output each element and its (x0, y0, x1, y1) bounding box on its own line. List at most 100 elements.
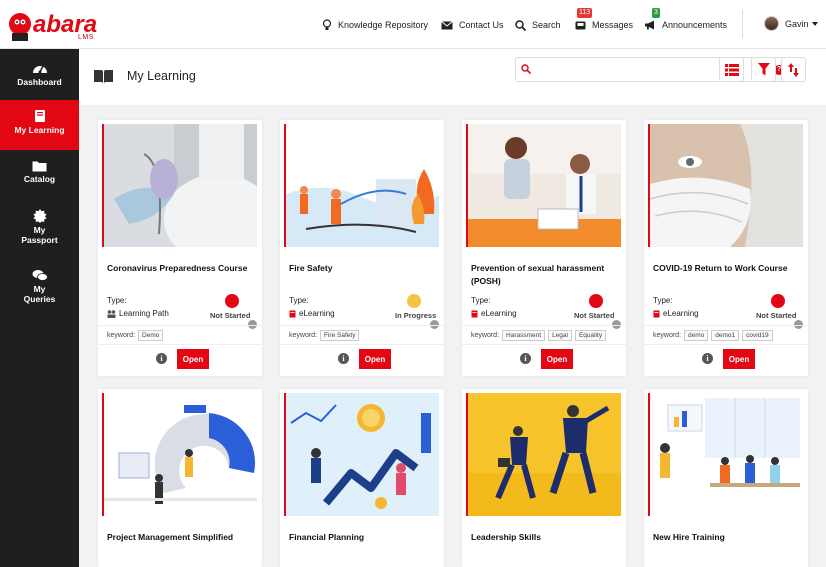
envelope-icon (441, 20, 453, 29)
course-thumbnail[interactable] (284, 393, 439, 516)
nav-divider (742, 10, 743, 38)
keyword-tag[interactable]: Demo (138, 329, 164, 341)
keyword-tag[interactable]: Fire Safety (320, 329, 360, 341)
not-started-icon (589, 294, 603, 308)
course-card[interactable]: COVID-19 Return to Work Course Type: eLe… (644, 120, 808, 376)
open-button[interactable]: Open (541, 349, 573, 369)
logo-sub: LMS (78, 34, 94, 41)
keyword-label: keyword: (107, 331, 136, 339)
sidebar-item-my-queries[interactable]: My Queries (0, 269, 79, 313)
sort-button[interactable] (781, 57, 806, 82)
course-title[interactable]: Leadership Skills (471, 531, 621, 544)
nav-search[interactable]: Search (515, 18, 561, 32)
sidebar-item-dashboard[interactable]: Dashboard (0, 59, 79, 101)
course-card[interactable]: New Hire Training (644, 389, 808, 567)
open-book-icon (94, 70, 113, 84)
chevron-down-icon (811, 21, 818, 26)
user-menu[interactable]: Gavin (764, 16, 818, 31)
megaphone-icon (645, 20, 654, 30)
nav-messages[interactable]: 113 Messages (575, 8, 633, 32)
course-image-fire (286, 124, 439, 247)
course-type-value: eLearning (299, 309, 335, 318)
course-thumbnail[interactable] (284, 124, 439, 247)
search-icon (521, 64, 531, 74)
course-thumbnail[interactable] (102, 393, 257, 516)
elearning-icon (653, 310, 660, 317)
avatar (764, 16, 779, 31)
nav-announcements[interactable]: 3 Announcements (644, 8, 727, 32)
gauge-icon (32, 65, 47, 74)
abara-logo[interactable]: abara LMS (6, 6, 106, 44)
list-view-button[interactable] (719, 57, 744, 82)
course-card[interactable]: Project Management Simplified (98, 389, 262, 567)
course-title[interactable]: Project Management Simplified (107, 531, 257, 544)
course-image-office (468, 124, 621, 247)
course-card[interactable]: Leadership Skills (462, 389, 626, 567)
keyword-label: keyword: (471, 331, 500, 339)
course-title[interactable]: Coronavirus Preparedness Course (107, 262, 257, 275)
open-button[interactable]: Open (359, 349, 391, 369)
sort-icon (788, 62, 799, 77)
course-thumbnail[interactable] (648, 124, 803, 247)
keyword-tag[interactable]: demo (684, 329, 709, 341)
sidebar-item-catalog[interactable]: Catalog (0, 160, 79, 200)
keyword-tag[interactable]: Legal (548, 329, 572, 341)
course-title[interactable]: Fire Safety (289, 262, 439, 275)
keyword-label: keyword: (289, 331, 318, 339)
course-title[interactable]: New Hire Training (653, 531, 803, 544)
type-label: Type: (471, 296, 491, 305)
sidebar-item-label: My Queries (23, 284, 56, 304)
keyword-tag[interactable]: Equality (574, 329, 607, 341)
info-icon[interactable]: i (338, 353, 349, 364)
filter-button[interactable] (751, 57, 776, 82)
course-card[interactable]: Financial Planning (280, 389, 444, 567)
course-type-value: Learning Path (119, 309, 169, 318)
announcements-count-badge: 3 (652, 8, 660, 18)
nav-search-label: Search (532, 20, 561, 30)
type-label: Type: (107, 296, 127, 305)
course-title[interactable]: Financial Planning (289, 531, 439, 544)
open-button[interactable]: Open (723, 349, 755, 369)
elearning-icon (289, 310, 296, 317)
course-type-value: eLearning (481, 309, 517, 318)
course-status: Not Started (574, 311, 615, 320)
course-thumbnail[interactable] (102, 124, 257, 247)
course-image-leadership (468, 393, 621, 516)
course-thumbnail[interactable] (466, 393, 621, 516)
elearning-icon (471, 310, 478, 317)
search-icon (515, 19, 526, 31)
course-status: In Progress (395, 311, 437, 320)
not-started-icon (225, 294, 239, 308)
course-thumbnail[interactable] (466, 124, 621, 247)
course-image-finance (286, 393, 439, 516)
course-card[interactable]: Prevention of sexual harassment (POSH) T… (462, 120, 626, 376)
keyword-tag[interactable]: Harassment (502, 329, 546, 341)
course-status: Not Started (756, 311, 797, 320)
nav-knowledge-repository[interactable]: Knowledge Repository (322, 18, 428, 32)
course-title[interactable]: COVID-19 Return to Work Course (653, 262, 803, 275)
sidebar: Dashboard My Learning Catalog My Passpor… (0, 49, 79, 567)
course-status: Not Started (210, 311, 251, 320)
list-icon (724, 63, 739, 76)
course-type-value: eLearning (663, 309, 699, 318)
info-icon[interactable]: i (702, 353, 713, 364)
course-image-mask (650, 124, 803, 247)
course-type: eLearning (289, 309, 335, 318)
sidebar-item-my-learning[interactable]: My Learning (0, 100, 79, 150)
info-icon[interactable]: i (156, 353, 167, 364)
folder-icon (32, 161, 47, 172)
nav-contact-us[interactable]: Contact Us (441, 18, 504, 32)
lightbulb-icon (322, 19, 332, 30)
not-started-icon (771, 294, 785, 308)
course-thumbnail[interactable] (648, 393, 803, 516)
keyword-tag[interactable]: covid19 (742, 329, 773, 341)
info-icon[interactable]: i (520, 353, 531, 364)
filter-icon (757, 63, 770, 76)
keyword-tag[interactable]: demo1 (711, 329, 740, 341)
sidebar-item-my-passport[interactable]: My Passport (0, 209, 79, 253)
open-button[interactable]: Open (177, 349, 209, 369)
course-card[interactable]: Coronavirus Preparedness Course Type: Le… (98, 120, 262, 376)
sidebar-item-label: Dashboard (17, 77, 62, 87)
course-title[interactable]: Prevention of sexual harassment (POSH) (471, 262, 621, 288)
course-card[interactable]: Fire Safety Type: eLearning In Progress … (280, 120, 444, 376)
